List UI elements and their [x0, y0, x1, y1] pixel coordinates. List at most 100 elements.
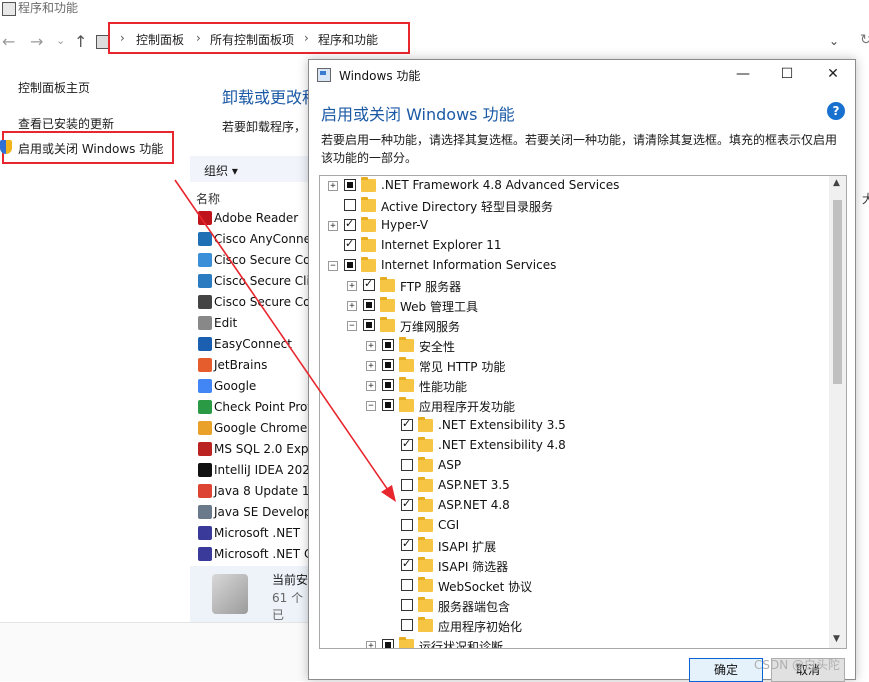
feature-checkbox[interactable]: [382, 339, 394, 351]
feature-row[interactable]: ASP.NET 3.5: [320, 476, 830, 496]
installed-updates-link[interactable]: 查看已安装的更新: [18, 115, 114, 132]
program-row[interactable]: EasyConnect: [196, 335, 308, 355]
scroll-up-icon[interactable]: ▲: [833, 178, 840, 188]
feature-checkbox[interactable]: [382, 399, 394, 411]
control-panel-home-link[interactable]: 控制面板主页: [18, 79, 90, 96]
feature-checkbox[interactable]: [401, 557, 413, 571]
feature-checkbox[interactable]: [382, 379, 394, 391]
feature-checkbox[interactable]: [344, 179, 356, 191]
breadcrumb-all-items[interactable]: 所有控制面板项: [210, 31, 294, 48]
feature-row[interactable]: Active Directory 轻型目录服务: [320, 196, 830, 216]
features-tree[interactable]: + .NET Framework 4.8 Advanced Services Act…: [319, 175, 847, 649]
dialog-titlebar[interactable]: Windows 功能 — ☐ ✕: [309, 60, 855, 90]
feature-row[interactable]: + Hyper-V: [320, 216, 830, 236]
feature-row[interactable]: − 万维网服务: [320, 316, 830, 336]
feature-checkbox[interactable]: [363, 319, 375, 331]
feature-checkbox[interactable]: [401, 537, 413, 551]
breadcrumb-control-panel[interactable]: 控制面板: [136, 31, 184, 48]
feature-row[interactable]: WebSocket 协议: [320, 576, 830, 596]
program-row[interactable]: Microsoft .NET: [196, 524, 308, 544]
feature-checkbox[interactable]: [401, 599, 413, 611]
up-arrow-icon[interactable]: ↑: [74, 32, 87, 51]
feature-checkbox[interactable]: [401, 579, 413, 591]
feature-checkbox[interactable]: [401, 437, 413, 451]
program-row[interactable]: Microsoft .NET Core: [196, 545, 308, 565]
feature-row[interactable]: + 运行状况和诊断: [320, 636, 830, 648]
program-row[interactable]: Cisco Secure Cli: [196, 272, 308, 292]
maximize-icon[interactable]: ☐: [775, 64, 799, 84]
feature-row[interactable]: 服务器端包含: [320, 596, 830, 616]
feature-row[interactable]: ASP: [320, 456, 830, 476]
expand-icon[interactable]: +: [347, 281, 357, 291]
feature-row[interactable]: 应用程序初始化: [320, 616, 830, 636]
feature-row[interactable]: ISAPI 扩展: [320, 536, 830, 556]
expand-icon[interactable]: +: [328, 181, 338, 191]
feature-row[interactable]: + 安全性: [320, 336, 830, 356]
program-row[interactable]: Edit: [196, 314, 308, 334]
program-row[interactable]: Adobe Reader: [196, 209, 308, 229]
feature-row[interactable]: .NET Extensibility 3.5: [320, 416, 830, 436]
minimize-icon[interactable]: —: [731, 64, 755, 84]
program-row[interactable]: MS SQL 2.0 Express: [196, 440, 308, 460]
program-row[interactable]: Cisco Secure Connect: [196, 293, 308, 313]
expand-icon[interactable]: +: [366, 641, 376, 648]
feature-row[interactable]: + 常见 HTTP 功能: [320, 356, 830, 376]
program-row[interactable]: Check Point Protect: [196, 398, 308, 418]
program-row[interactable]: Java SE Develop: [196, 503, 308, 523]
feature-checkbox[interactable]: [344, 237, 356, 251]
feature-checkbox[interactable]: [363, 277, 375, 291]
feature-row[interactable]: − 应用程序开发功能: [320, 396, 830, 416]
collapse-icon[interactable]: −: [328, 261, 338, 271]
feature-checkbox[interactable]: [401, 479, 413, 491]
scrollbar-thumb[interactable]: [833, 200, 842, 384]
windows-features-link[interactable]: 启用或关闭 Windows 功能: [18, 140, 163, 157]
feature-checkbox[interactable]: [401, 619, 413, 631]
collapse-icon[interactable]: −: [366, 401, 376, 411]
feature-row[interactable]: CGI: [320, 516, 830, 536]
program-row[interactable]: IntelliJ IDEA 202: [196, 461, 308, 481]
column-header-name[interactable]: 名称: [196, 190, 220, 207]
refresh-icon[interactable]: ↻: [860, 32, 869, 48]
program-row[interactable]: Cisco AnyConne: [196, 230, 308, 250]
feature-checkbox[interactable]: [344, 217, 356, 231]
feature-row[interactable]: − Internet Information Services: [320, 256, 830, 276]
feature-checkbox[interactable]: [382, 639, 394, 648]
feature-row[interactable]: + Web 管理工具: [320, 296, 830, 316]
feature-checkbox[interactable]: [363, 299, 375, 311]
feature-checkbox[interactable]: [401, 519, 413, 531]
expand-icon[interactable]: +: [366, 361, 376, 371]
feature-checkbox[interactable]: [401, 497, 413, 511]
scroll-down-icon[interactable]: ▼: [833, 634, 840, 644]
ok-button[interactable]: 确定: [689, 658, 763, 682]
expand-icon[interactable]: +: [347, 301, 357, 311]
feature-row[interactable]: + 性能功能: [320, 376, 830, 396]
windows-features-link-highlight[interactable]: 启用或关闭 Windows 功能: [0, 131, 174, 164]
feature-checkbox[interactable]: [344, 259, 356, 271]
expand-icon[interactable]: +: [366, 341, 376, 351]
column-header-size[interactable]: 大: [862, 190, 869, 207]
program-row[interactable]: Java 8 Update 1: [196, 482, 308, 502]
feature-row[interactable]: ISAPI 筛选器: [320, 556, 830, 576]
recent-dropdown-icon[interactable]: ⌄: [56, 34, 65, 47]
feature-row[interactable]: ASP.NET 4.8: [320, 496, 830, 516]
breadcrumb-programs[interactable]: 程序和功能: [318, 31, 378, 48]
close-icon[interactable]: ✕: [821, 64, 845, 84]
collapse-icon[interactable]: −: [347, 321, 357, 331]
program-row[interactable]: Google: [196, 377, 308, 397]
forward-arrow-icon[interactable]: →: [30, 32, 43, 51]
program-row[interactable]: Google Chrome: [196, 419, 308, 439]
tree-scrollbar[interactable]: ▲ ▼: [829, 176, 846, 648]
expand-icon[interactable]: +: [366, 381, 376, 391]
feature-checkbox[interactable]: [401, 417, 413, 431]
feature-row[interactable]: .NET Extensibility 4.8: [320, 436, 830, 456]
organize-button[interactable]: 组织 ▾: [190, 156, 310, 182]
address-dropdown-icon[interactable]: ⌄: [829, 34, 839, 48]
program-row[interactable]: JetBrains: [196, 356, 308, 376]
expand-icon[interactable]: +: [328, 221, 338, 231]
feature-row[interactable]: + FTP 服务器: [320, 276, 830, 296]
feature-row[interactable]: + .NET Framework 4.8 Advanced Services: [320, 176, 830, 196]
feature-checkbox[interactable]: [382, 359, 394, 371]
feature-row[interactable]: Internet Explorer 11: [320, 236, 830, 256]
back-arrow-icon[interactable]: ←: [2, 32, 15, 51]
program-row[interactable]: Cisco Secure Conne: [196, 251, 308, 271]
